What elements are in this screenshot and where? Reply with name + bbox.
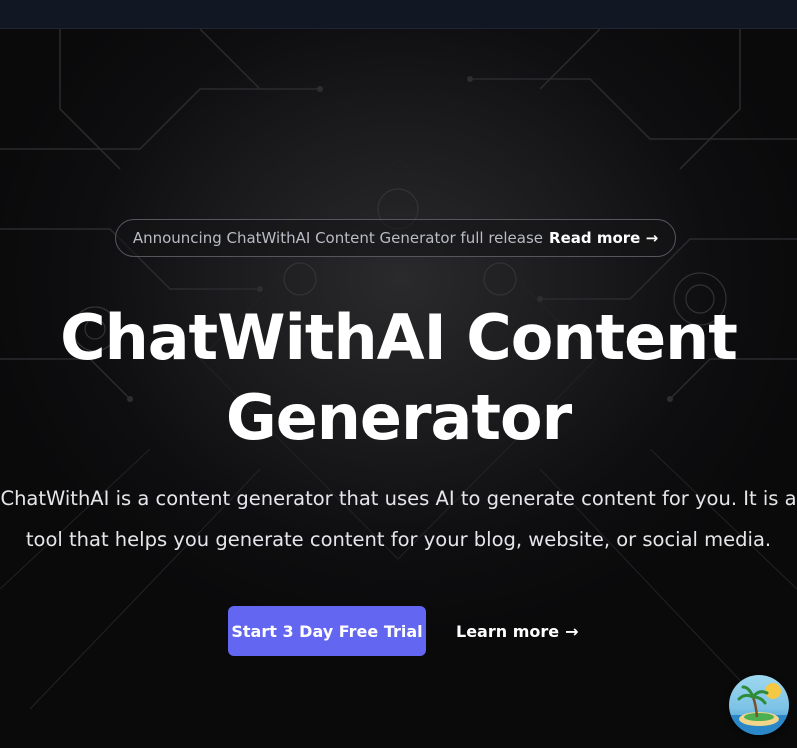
island-illustration <box>729 683 789 735</box>
learn-more-label: Learn more <box>456 621 560 641</box>
island-icon[interactable] <box>729 675 789 735</box>
arrow-right-icon: → <box>645 229 659 247</box>
learn-more-link[interactable]: Learn more → <box>456 619 579 643</box>
announcement-pill[interactable]: Announcing ChatWithAI Content Generator … <box>115 219 676 257</box>
start-free-trial-button[interactable]: Start 3 Day Free Trial <box>228 606 426 656</box>
top-navbar <box>0 0 797 29</box>
hero-title-line-1: ChatWithAI Content <box>60 301 738 374</box>
hero-description-line-1: ChatWithAI is a content generator that u… <box>0 487 797 510</box>
arrow-right-icon: → <box>565 621 579 641</box>
landing-page: Announcing ChatWithAI Content Generator … <box>0 0 797 748</box>
announcement-text: Announcing ChatWithAI Content Generator … <box>132 229 544 247</box>
read-more-label: Read more <box>549 229 641 247</box>
hero-title: ChatWithAI Content Generator <box>0 298 797 458</box>
read-more-link[interactable]: Read more → <box>549 229 658 247</box>
hero-title-line-2: Generator <box>225 381 572 454</box>
hero-description-line-2: tool that helps you generate content for… <box>25 528 772 551</box>
hero-description: ChatWithAI is a content generator that u… <box>0 478 797 560</box>
